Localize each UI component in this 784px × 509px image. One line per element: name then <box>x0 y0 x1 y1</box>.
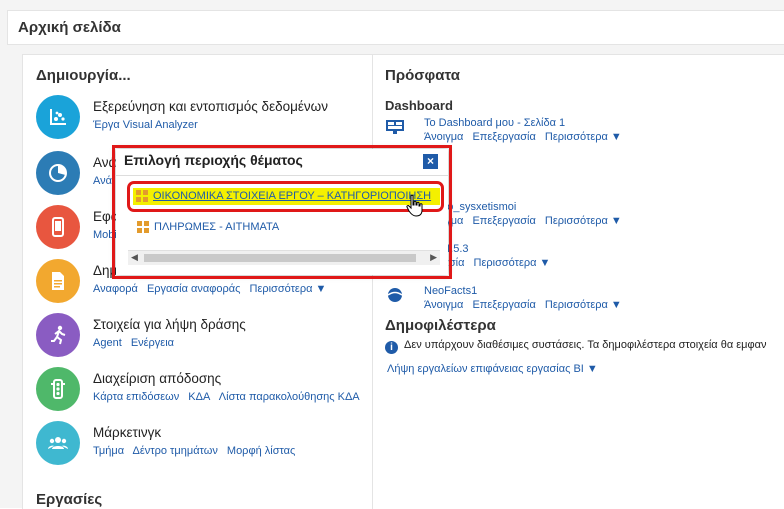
link-scorecard[interactable]: Κάρτα επιδόσεων <box>93 391 179 403</box>
scroll-left-icon[interactable]: ◀ <box>131 252 138 263</box>
create-item-marketing[interactable]: Μάρκετινγκ Τμήμα Δέντρο τμημάτων Μορφή λ… <box>36 421 366 465</box>
create-item-title: Στοιχεία για λήψη δράσης <box>93 317 246 332</box>
recent-item-neofacts: NeoFacts1 Άνοιγμα Επεξεργασία Περισσότερ… <box>385 285 765 313</box>
group-icon <box>36 421 80 465</box>
link-edit[interactable]: Επεξεργασία <box>472 299 535 311</box>
info-icon: i <box>385 341 398 354</box>
link-more[interactable]: Περισσότερα ▼ <box>250 283 327 295</box>
create-item-title: Διαχείριση απόδοσης <box>93 371 222 386</box>
create-panel: Δημιουργία... Εξερεύνηση και εντοπισμός … <box>22 54 374 509</box>
scroll-right-icon[interactable]: ▶ <box>430 252 437 263</box>
create-item-title: Εξερεύνηση και εντοπισμός δεδομένων <box>93 99 328 114</box>
link-more[interactable]: Περισσότερα ▼ <box>545 131 622 143</box>
recent-item-links: Άνοιγμα Επεξεργασία Περισσότερα ▼ <box>424 131 628 143</box>
link-more[interactable]: Περισσότερα ▼ <box>545 299 622 311</box>
link-list-format[interactable]: Μορφή λίστας <box>227 445 295 457</box>
create-item-actionable[interactable]: Στοιχεία για λήψη δράσης Agent Ενέργεια <box>36 313 366 357</box>
create-item-links: Αναφορά Εργασία αναφοράς Περισσότερα ▼ <box>93 283 332 295</box>
link-visual-analyzer[interactable]: Έργα Visual Analyzer <box>93 119 198 131</box>
recent-item-links: Άνοιγμα Επεξεργασία Περισσότερα ▼ <box>424 215 628 227</box>
link-kpi[interactable]: ΚΔΑ <box>188 391 210 403</box>
scrollbar-thumb[interactable] <box>144 254 416 262</box>
traffic-light-icon <box>36 367 80 411</box>
bi-tools-link[interactable]: Λήψη εργαλείων επιφάνειας εργασίας BI ▼ <box>387 363 598 375</box>
annotation-box-option <box>127 181 444 212</box>
horizontal-scrollbar[interactable]: ◀ ▶ <box>128 250 440 265</box>
create-item-links: Τμήμα Δέντρο τμημάτων Μορφή λίστας <box>93 445 301 457</box>
page-header: Αρχική σελίδα <box>7 10 784 45</box>
page-title: Αρχική σελίδα <box>18 19 121 36</box>
recent-item-name[interactable]: NeoFacts1 <box>424 285 477 297</box>
runner-icon <box>36 313 80 357</box>
scatter-chart-icon <box>36 95 80 139</box>
link-kpi-watchlist[interactable]: Λίστα παρακολούθησης ΚΔΑ <box>219 391 360 403</box>
link-report-job[interactable]: Εργασία αναφοράς <box>147 283 241 295</box>
recent-title: Πρόσφατα <box>385 67 460 84</box>
subject-area-icon <box>137 221 149 233</box>
link-edit[interactable]: Επεξεργασία <box>472 215 535 227</box>
link-open[interactable]: Άνοιγμα <box>424 131 463 143</box>
create-item-links: Agent Ενέργεια <box>93 337 180 349</box>
link-open[interactable]: Άνοιγμα <box>424 299 463 311</box>
recent-item-dashboard: Το Dashboard μου - Σελίδα 1 Άνοιγμα Επεξ… <box>385 117 765 145</box>
mobile-icon <box>36 205 80 249</box>
link-more[interactable]: Περισσότερα ▼ <box>545 215 622 227</box>
link-edit[interactable]: Επεξεργασία <box>472 131 535 143</box>
link-report[interactable]: Αναφορά <box>93 283 138 295</box>
option-label: ΠΛΗΡΩΜΕΣ - ΑΙΤΗΜΑΤΑ <box>154 221 280 233</box>
create-item-links: Έργα Visual Analyzer <box>93 119 204 131</box>
hand-cursor-icon <box>406 194 423 217</box>
popular-info-text: Δεν υπάρχουν διαθέσιμες συστάσεις. Τα δη… <box>404 339 767 351</box>
recent-panel: Πρόσφατα Dashboard Το Dashboard μου - Σε… <box>372 54 784 509</box>
link-analysis[interactable]: Ανά <box>93 175 112 187</box>
popular-info: i Δεν υπάρχουν διαθέσιμες συστάσεις. Τα δ… <box>385 339 766 354</box>
link-agent[interactable]: Agent <box>93 337 122 349</box>
link-segment-tree[interactable]: Δέντρο τμημάτων <box>133 445 218 457</box>
link-segment[interactable]: Τμήμα <box>93 445 124 457</box>
recent-item-name[interactable]: Το Dashboard μου - Σελίδα 1 <box>424 117 565 129</box>
link-action[interactable]: Ενέργεια <box>131 337 174 349</box>
recent-item-links: γασία Περισσότερα ▼ <box>437 257 556 269</box>
recent-item-links: Άνοιγμα Επεξεργασία Περισσότερα ▼ <box>424 299 628 311</box>
create-title: Δημιουργία... <box>36 67 131 84</box>
analysis-icon <box>387 288 403 302</box>
create-item-links: Κάρτα επιδόσεων ΚΔΑ Λίστα παρακολούθησης… <box>93 391 366 403</box>
popular-title: Δημοφιλέστερα <box>385 317 496 334</box>
report-icon <box>36 259 80 303</box>
create-item-explore[interactable]: Εξερεύνηση και εντοπισμός δεδομένων Έργα… <box>36 95 366 139</box>
link-more[interactable]: Περισσότερα ▼ <box>474 257 551 269</box>
subject-area-option-payments[interactable]: ΠΛΗΡΩΜΕΣ - ΑΙΤΗΜΑΤΑ <box>134 219 434 235</box>
tasks-title: Εργασίες <box>36 491 103 508</box>
dashboard-label: Dashboard <box>385 98 453 113</box>
home-page: Αρχική σελίδα Δημιουργία... Εξερεύνηση κ… <box>0 0 784 509</box>
create-item-performance[interactable]: Διαχείριση απόδοσης Κάρτα επιδόσεων ΚΔΑ … <box>36 367 366 411</box>
pie-chart-icon <box>36 151 80 195</box>
create-item-title: Μάρκετινγκ <box>93 425 162 440</box>
dashboard-icon <box>386 120 404 134</box>
